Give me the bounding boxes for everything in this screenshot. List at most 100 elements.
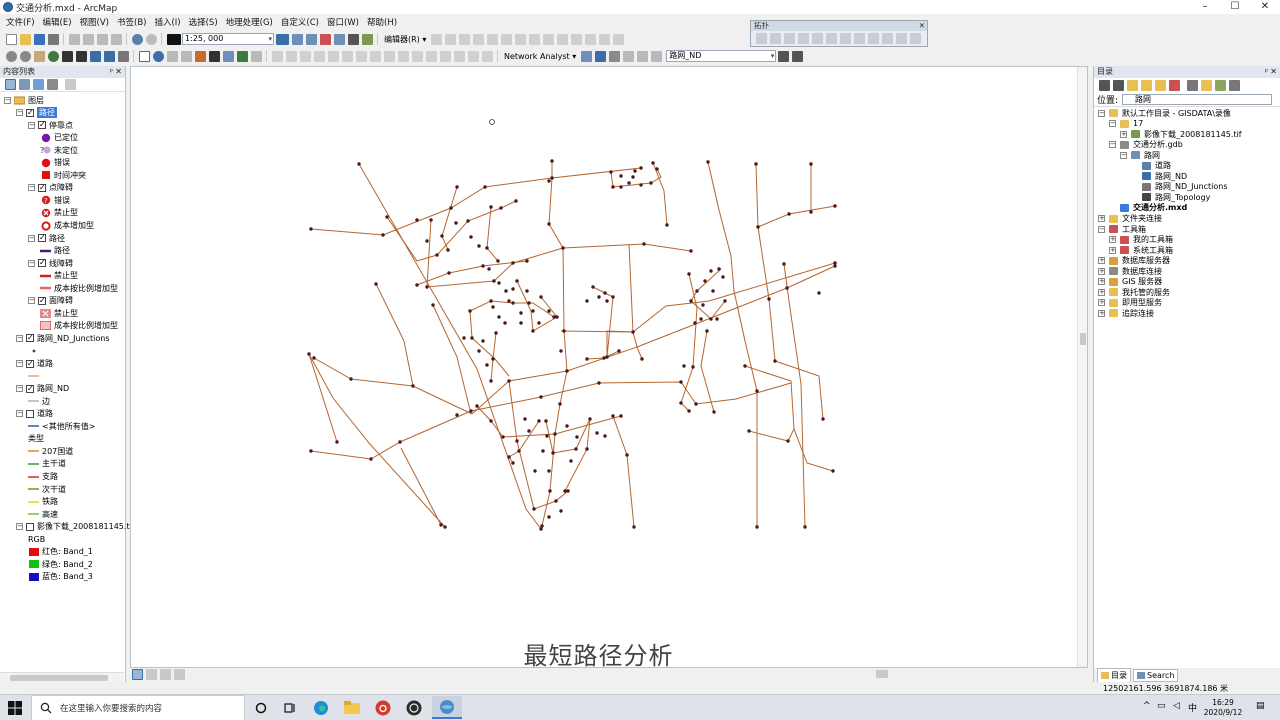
editor-toolbar-icon[interactable] xyxy=(275,33,289,45)
arcmap-taskbar-button[interactable] xyxy=(432,696,462,719)
network-junction[interactable] xyxy=(574,447,578,451)
network-junction[interactable] xyxy=(595,431,599,435)
visibility-checkbox[interactable]: ✓ xyxy=(38,121,46,130)
catalog-item[interactable]: 路网_Topology xyxy=(1131,192,1210,202)
refresh-icon[interactable] xyxy=(160,668,171,680)
road-network-map[interactable] xyxy=(131,67,1077,667)
toc-item[interactable]: 时间冲突 xyxy=(40,169,86,181)
road-segment[interactable] xyxy=(490,332,497,382)
network-junction[interactable] xyxy=(569,459,573,463)
road-segment[interactable] xyxy=(560,262,836,333)
catalog-item[interactable]: 路网_ND xyxy=(1131,171,1187,181)
select-elements-icon[interactable] xyxy=(138,50,150,62)
expand-toggle[interactable]: − xyxy=(16,109,23,117)
obs-studio-icon[interactable] xyxy=(403,698,425,718)
toc-item[interactable]: 成本按比例增加型 xyxy=(40,320,118,332)
road-segment[interactable] xyxy=(400,447,442,526)
close-icon[interactable]: ✕ xyxy=(919,21,925,31)
road-segment[interactable] xyxy=(310,167,642,236)
expand-toggle[interactable]: − xyxy=(16,334,23,342)
toc-item[interactable]: 红色: Band_1 xyxy=(28,546,93,558)
expand-toggle[interactable]: + xyxy=(1098,215,1105,222)
network-junction[interactable] xyxy=(709,269,713,273)
road-segment[interactable] xyxy=(313,357,473,415)
network-junction[interactable] xyxy=(597,381,601,385)
network-junction[interactable] xyxy=(821,417,825,421)
road-segment[interactable] xyxy=(598,381,792,405)
go-to-xy-icon[interactable] xyxy=(236,50,248,62)
network-junction[interactable] xyxy=(651,161,655,165)
network-junction[interactable] xyxy=(627,181,631,185)
network-junction[interactable] xyxy=(539,295,543,299)
options-icon[interactable] xyxy=(1229,79,1240,91)
network-junction[interactable] xyxy=(655,167,659,171)
network-junction[interactable] xyxy=(525,259,529,263)
network-junction[interactable] xyxy=(603,291,607,295)
back-extent-icon[interactable] xyxy=(89,50,101,62)
select-features-icon[interactable] xyxy=(117,50,129,62)
home-icon[interactable] xyxy=(1140,79,1152,91)
network-junction[interactable] xyxy=(632,525,636,529)
edit-tool-icon[interactable] xyxy=(430,33,442,45)
network-junction[interactable] xyxy=(357,162,361,166)
file-explorer-icon[interactable] xyxy=(341,698,363,718)
network-junction[interactable] xyxy=(435,253,439,257)
network-identify-icon[interactable] xyxy=(791,50,803,62)
road-segment[interactable] xyxy=(469,300,555,377)
network-junction[interactable] xyxy=(639,183,643,187)
modelbuilder-icon[interactable] xyxy=(361,33,373,45)
network-junction[interactable] xyxy=(833,204,837,208)
expand-toggle[interactable]: − xyxy=(4,96,11,104)
network-junction[interactable] xyxy=(449,206,453,210)
toc-item[interactable]: <其他所有值> xyxy=(28,420,95,432)
catalog-item[interactable]: − 路网 xyxy=(1120,150,1160,160)
network-junction[interactable] xyxy=(469,235,473,239)
network-junction[interactable] xyxy=(694,402,698,406)
toc-item[interactable]: 已定位 xyxy=(40,132,78,144)
toc-item[interactable] xyxy=(28,370,42,382)
toc-item[interactable]: 绿色: Band_2 xyxy=(28,558,93,570)
visibility-checkbox[interactable]: ✓ xyxy=(38,183,46,192)
network-junction[interactable] xyxy=(605,299,609,303)
visibility-checkbox[interactable]: ✓ xyxy=(26,108,34,117)
network-junction[interactable] xyxy=(611,185,615,189)
catalog-item[interactable]: 交通分析.mxd xyxy=(1109,203,1187,213)
cut-polygon-icon[interactable] xyxy=(542,33,554,45)
toc-item[interactable]: 次干道 xyxy=(28,483,66,495)
network-junction[interactable] xyxy=(833,261,837,265)
network-junction[interactable] xyxy=(477,349,481,353)
tray-up-arrow-icon[interactable]: ^ xyxy=(1143,701,1151,711)
create-network-location-icon[interactable] xyxy=(594,50,606,62)
point-icon[interactable] xyxy=(500,33,512,45)
toc-item[interactable]: 禁止型 xyxy=(40,307,78,319)
network-junction[interactable] xyxy=(507,299,511,303)
road-segment[interactable] xyxy=(308,353,446,528)
network-junction[interactable] xyxy=(785,286,789,290)
network-junction[interactable] xyxy=(547,515,551,519)
network-junction[interactable] xyxy=(649,181,653,185)
network-junction[interactable] xyxy=(588,417,592,421)
split-icon[interactable] xyxy=(556,33,568,45)
road-segment[interactable] xyxy=(652,162,668,226)
network-junction[interactable] xyxy=(631,330,635,334)
layer-effects-icon[interactable] xyxy=(453,50,465,62)
network-junction[interactable] xyxy=(563,489,567,493)
undo-icon[interactable] xyxy=(131,33,143,45)
network-junction[interactable] xyxy=(833,264,837,268)
copy-icon[interactable] xyxy=(82,33,94,45)
disconnect-folder-icon[interactable] xyxy=(1168,79,1180,91)
network-junction[interactable] xyxy=(687,272,691,276)
scale-input[interactable]: 1:25, 000 ▾ xyxy=(182,33,274,45)
catalog-item[interactable]: − 17 xyxy=(1109,119,1143,129)
location-input[interactable]: 路网 xyxy=(1122,93,1273,105)
toc-item[interactable]: 禁止型 xyxy=(40,270,78,282)
create-features-icon[interactable] xyxy=(612,33,624,45)
network-junction[interactable] xyxy=(504,289,508,293)
network-junction[interactable] xyxy=(642,242,646,246)
expand-toggle[interactable]: − xyxy=(1098,109,1105,117)
expand-toggle[interactable]: − xyxy=(28,234,35,242)
visibility-checkbox[interactable]: ✓ xyxy=(38,296,46,305)
network-junction[interactable] xyxy=(469,409,473,413)
expand-toggle[interactable]: − xyxy=(16,360,23,368)
construct-features-icon[interactable] xyxy=(853,33,865,44)
